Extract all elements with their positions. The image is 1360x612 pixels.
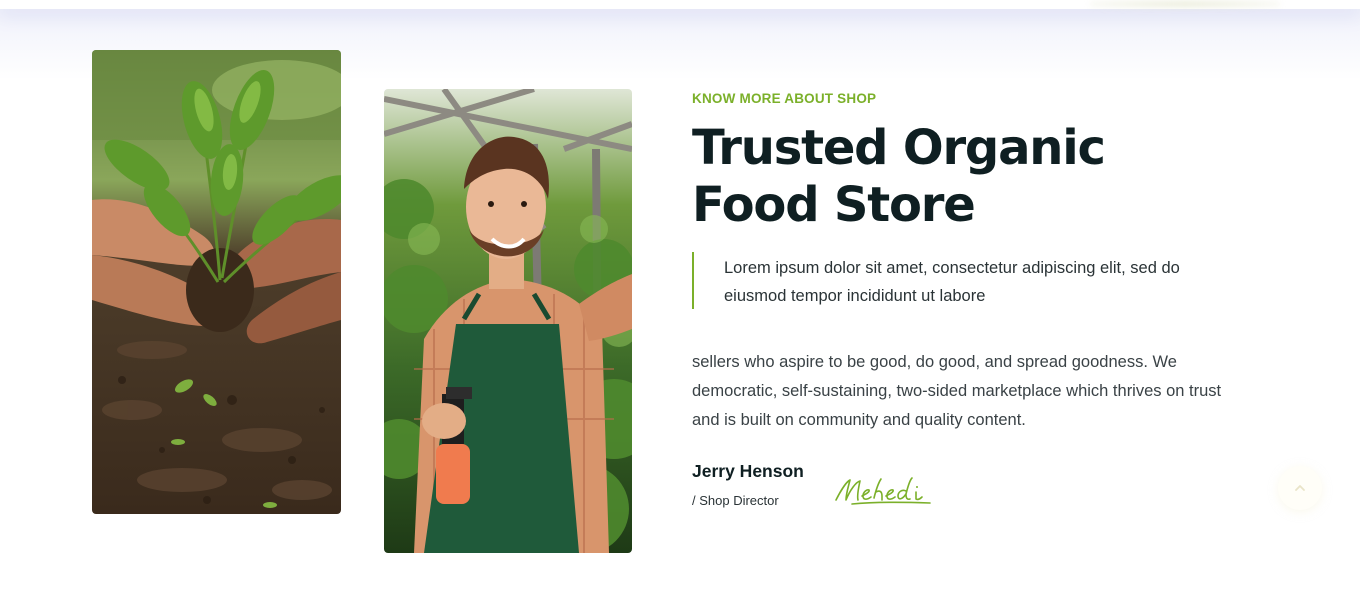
seedling-hands-image [92,50,341,514]
chevron-up-icon [1295,485,1305,491]
author-role: / Shop Director [692,493,779,508]
section-title: Trusted Organic Food Store [692,120,1106,233]
header-glow [1090,0,1280,8]
section-body-text: sellers who aspire to be good, do good, … [692,353,1222,429]
scroll-to-top-button[interactable] [1278,466,1322,510]
section-quote: Lorem ipsum dolor sit amet, consectetur … [692,252,1212,309]
gardener-image [384,89,632,553]
author-signature [832,472,936,508]
section-eyebrow: KNOW MORE ABOUT SHOP [692,91,877,106]
author-name: Jerry Henson [692,461,804,481]
